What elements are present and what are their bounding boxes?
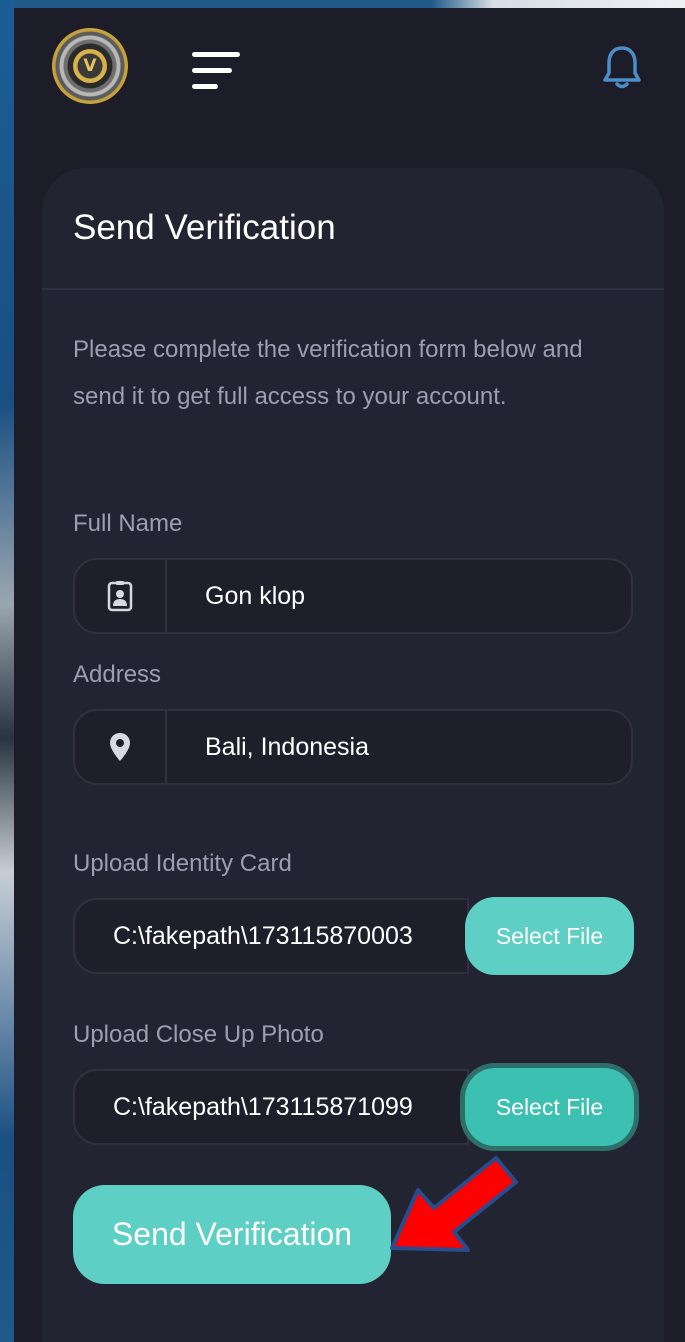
- address-field[interactable]: Bali, Indonesia: [73, 709, 633, 785]
- identity-card-label: Upload Identity Card: [73, 850, 292, 877]
- card-divider: [42, 288, 664, 290]
- close-up-photo-path: C:\fakepath\173115871099: [113, 1093, 413, 1121]
- logo-letter: V: [73, 49, 107, 83]
- verification-card: Send Verification Please complete the ve…: [42, 168, 664, 1342]
- identity-card-select-file-button[interactable]: Select File: [465, 897, 634, 975]
- logo[interactable]: V: [52, 28, 128, 104]
- identity-card-path-field[interactable]: C:\fakepath\173115870003: [73, 898, 469, 974]
- intro-text: Please complete the verification form be…: [73, 336, 583, 410]
- app-screen: V Send Verification Please complete the …: [14, 8, 685, 1342]
- background-top-strip: [0, 0, 685, 8]
- address-value: Bali, Indonesia: [205, 733, 370, 761]
- red-arrow-icon: [378, 1154, 538, 1264]
- hamburger-menu-icon[interactable]: [190, 50, 242, 94]
- map-pin-icon: [75, 711, 167, 783]
- close-up-photo-label: Upload Close Up Photo: [73, 1021, 324, 1048]
- full-name-value: Gon klop: [205, 582, 306, 610]
- close-up-photo-select-file-button[interactable]: Select File: [465, 1068, 634, 1146]
- address-label: Address: [73, 661, 162, 688]
- send-verification-button[interactable]: Send Verification: [73, 1185, 391, 1284]
- bell-icon[interactable]: [602, 44, 642, 92]
- full-name-field[interactable]: Gon klop: [73, 558, 633, 634]
- id-badge-icon: [75, 560, 167, 632]
- full-name-label: Full Name: [73, 510, 183, 537]
- identity-card-path: C:\fakepath\173115870003: [113, 922, 413, 950]
- header: V: [14, 8, 685, 138]
- background-edge: [0, 0, 14, 1342]
- card-title: Send Verification: [73, 208, 336, 247]
- close-up-photo-path-field[interactable]: C:\fakepath\173115871099: [73, 1069, 469, 1145]
